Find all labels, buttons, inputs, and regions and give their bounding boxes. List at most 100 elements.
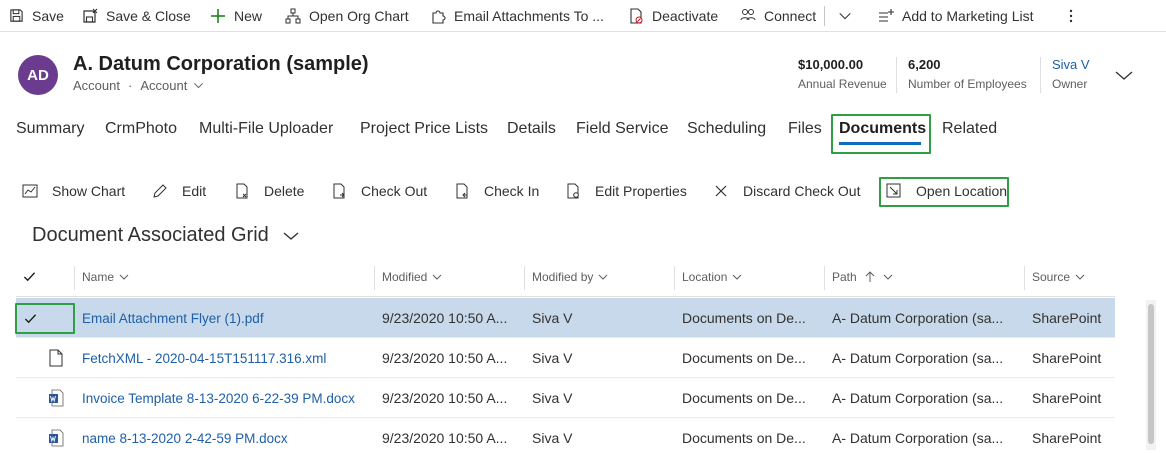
select-all-checkbox[interactable] xyxy=(23,270,36,286)
column-path-label: Path xyxy=(832,270,857,284)
location-cell: Documents on De... xyxy=(682,310,806,326)
save-label: Save xyxy=(32,7,64,24)
check-in-button[interactable]: Check In xyxy=(454,183,539,199)
add-to-marketing-list-label: Add to Marketing List xyxy=(902,7,1034,24)
discard-check-out-button[interactable]: Discard Check Out xyxy=(713,183,860,199)
path-cell: A- Datum Corporation (sa... xyxy=(832,390,1004,406)
header-expand-button[interactable] xyxy=(1115,68,1133,85)
column-header-name[interactable]: Name xyxy=(82,270,129,284)
column-header-location[interactable]: Location xyxy=(682,270,742,284)
table-row[interactable]: FetchXML - 2020-04-15T151117.316.xml 9/2… xyxy=(16,338,1115,378)
close-icon xyxy=(713,183,729,199)
column-header-path[interactable]: Path xyxy=(832,270,893,284)
command-bar: Save Save & Close New Open Org Chart Ema… xyxy=(0,0,1166,32)
edit-properties-button[interactable]: Edit Properties xyxy=(565,183,687,199)
chevron-down-icon xyxy=(1115,69,1133,85)
path-cell: A- Datum Corporation (sa... xyxy=(832,350,1004,366)
more-commands-button[interactable] xyxy=(1063,0,1087,32)
email-attachments-button[interactable]: Email Attachments To ... xyxy=(430,0,604,32)
scrollbar-thumb[interactable] xyxy=(1148,304,1154,444)
table-row[interactable]: Invoice Template 8-13-2020 6-22-39 PM.do… xyxy=(16,378,1115,418)
modified-cell: 9/23/2020 10:50 A... xyxy=(382,350,508,366)
check-in-icon xyxy=(454,183,470,199)
avatar: AD xyxy=(18,55,58,95)
source-cell: SharePoint xyxy=(1032,390,1102,406)
column-modified-by-label: Modified by xyxy=(532,270,594,284)
table-row[interactable]: name 8-13-2020 2-42-59 PM.docx 9/23/2020… xyxy=(16,418,1115,453)
column-header-modified-by[interactable]: Modified by xyxy=(532,270,608,284)
edit-button[interactable]: Edit xyxy=(152,183,206,199)
check-out-button[interactable]: Check Out xyxy=(331,183,427,199)
check-out-label: Check Out xyxy=(361,183,428,199)
chevron-down-icon xyxy=(883,273,893,281)
add-list-icon xyxy=(878,8,894,24)
blank-file-icon xyxy=(49,349,63,367)
delete-button[interactable]: Delete xyxy=(234,183,304,199)
source-cell: SharePoint xyxy=(1032,310,1102,326)
column-header-modified[interactable]: Modified xyxy=(382,270,442,284)
tab-related[interactable]: Related xyxy=(942,120,997,138)
document-name-link[interactable]: Email Attachment Flyer (1).pdf xyxy=(82,298,372,338)
edit-properties-label: Edit Properties xyxy=(595,183,687,199)
chevron-down-icon xyxy=(283,230,299,242)
add-to-marketing-list-button[interactable]: Add to Marketing List xyxy=(878,0,1034,32)
form-selector[interactable]: Account xyxy=(140,78,204,93)
checkmark-icon xyxy=(23,270,36,286)
source-cell: SharePoint xyxy=(1032,430,1102,446)
source-cell: SharePoint xyxy=(1032,350,1102,366)
tab-files[interactable]: Files xyxy=(788,120,822,138)
tab-field-service[interactable]: Field Service xyxy=(576,120,668,138)
header-divider xyxy=(16,296,1115,297)
plus-icon xyxy=(210,8,226,24)
check-in-label: Check In xyxy=(484,183,540,199)
open-org-chart-button[interactable]: Open Org Chart xyxy=(285,0,409,32)
column-divider xyxy=(74,266,75,290)
modified-by-cell: Siva V xyxy=(532,390,573,406)
path-cell: A- Datum Corporation (sa... xyxy=(832,310,1004,326)
deactivate-button[interactable]: Deactivate xyxy=(628,0,718,32)
modified-by-cell: Siva V xyxy=(532,310,573,326)
column-source-label: Source xyxy=(1032,270,1071,284)
document-name-link[interactable]: Invoice Template 8-13-2020 6-22-39 PM.do… xyxy=(82,378,372,418)
connect-button[interactable]: Connect xyxy=(740,0,816,32)
tab-scheduling[interactable]: Scheduling xyxy=(687,120,766,138)
column-divider xyxy=(374,266,375,290)
grid-view-selector[interactable]: Document Associated Grid xyxy=(32,224,299,247)
modified-cell: 9/23/2020 10:50 A... xyxy=(382,430,508,446)
path-cell: A- Datum Corporation (sa... xyxy=(832,430,1004,446)
column-modified-label: Modified xyxy=(382,270,428,284)
chevron-down-icon xyxy=(598,273,608,281)
connect-label: Connect xyxy=(764,7,817,24)
tab-multi-file-uploader[interactable]: Multi-File Uploader xyxy=(199,120,333,138)
more-vertical-icon xyxy=(1063,8,1079,24)
discard-check-out-label: Discard Check Out xyxy=(743,183,861,199)
save-button[interactable]: Save xyxy=(8,0,64,32)
tab-project-price-lists[interactable]: Project Price Lists xyxy=(360,120,488,138)
column-header-source[interactable]: Source xyxy=(1032,270,1085,284)
save-close-icon xyxy=(82,8,98,24)
save-close-button[interactable]: Save & Close xyxy=(82,0,191,32)
document-name-link[interactable]: FetchXML - 2020-04-15T151117.316.xml xyxy=(82,338,372,378)
tab-details[interactable]: Details xyxy=(507,120,556,138)
owner-link[interactable]: Siva V xyxy=(1052,57,1090,72)
document-name-link[interactable]: name 8-13-2020 2-42-59 PM.docx xyxy=(82,418,372,453)
open-org-chart-label: Open Org Chart xyxy=(309,7,409,24)
column-divider xyxy=(674,266,675,290)
tab-crmphoto[interactable]: CrmPhoto xyxy=(105,120,177,138)
table-row[interactable]: Email Attachment Flyer (1).pdf 9/23/2020… xyxy=(16,298,1115,338)
kpi-divider xyxy=(1040,57,1041,93)
grid-title: Document Associated Grid xyxy=(32,224,269,246)
connect-dropdown-button[interactable] xyxy=(837,0,861,32)
tab-summary[interactable]: Summary xyxy=(16,120,84,138)
row-checkbox-highlight xyxy=(15,303,75,334)
deactivate-label: Deactivate xyxy=(652,7,719,24)
record-title: A. Datum Corporation (sample) xyxy=(73,53,369,75)
chevron-down-icon xyxy=(1075,273,1085,281)
record-subtitle: Account · Account xyxy=(73,78,204,93)
show-chart-button[interactable]: Show Chart xyxy=(22,183,125,199)
modified-by-cell: Siva V xyxy=(532,350,573,366)
properties-icon xyxy=(565,183,581,199)
employees-value: 6,200 xyxy=(908,57,941,72)
employees-label: Number of Employees xyxy=(908,77,1027,91)
new-button[interactable]: New xyxy=(210,0,262,32)
